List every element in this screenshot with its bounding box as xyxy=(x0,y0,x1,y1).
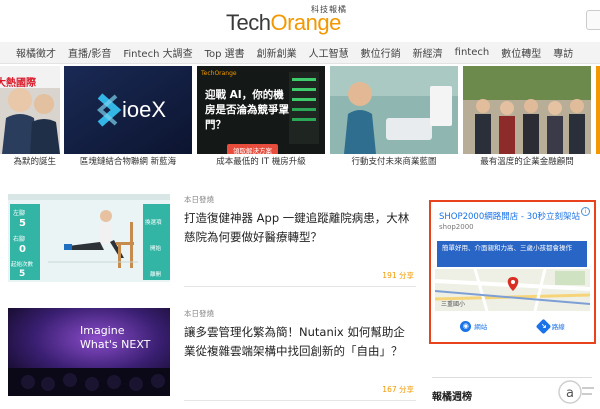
slide-caption: 為默的誕生 xyxy=(13,157,56,166)
globe-icon: ◉ xyxy=(460,320,472,332)
event-screen-line1: Imagine xyxy=(80,324,125,337)
ad-domain: shop2000 xyxy=(439,223,474,231)
slide-image xyxy=(463,66,591,154)
left-leg-value: 5 xyxy=(19,218,26,229)
slide-overlay-text: 大熱國際 xyxy=(0,78,36,89)
watermark-logo-icon: a xyxy=(558,380,594,404)
carousel-slide[interactable]: 大熱國際 為默的誕生 xyxy=(0,66,60,166)
nav-item-jobs[interactable]: 報橘徵才 xyxy=(16,45,63,60)
left-leg-label: 左腳 xyxy=(13,210,26,217)
exit-button: 離開 xyxy=(150,272,162,278)
ad-map[interactable]: 三重國小 xyxy=(435,269,590,311)
nav-item-fintech[interactable]: fintech xyxy=(455,47,497,58)
article-thumbnail[interactable]: 左腳 5 右腳 0 起始次數 5 換選項 開始 離開 xyxy=(8,194,170,282)
nav-item-digital-marketing[interactable]: 數位行銷 xyxy=(361,45,408,60)
rehab-app-thumbnail xyxy=(8,194,170,282)
svg-text:a: a xyxy=(566,386,574,401)
article-divider xyxy=(184,400,416,401)
slide-image xyxy=(596,66,600,154)
article-title[interactable]: 打造復健神器 App 一鍵追蹤離院病患，大林慈院為何要做好醫療轉型？ xyxy=(184,209,416,247)
slide-caption: 成本最低的 IT 機房升級 xyxy=(216,157,306,166)
ad-directions-label: 路線 xyxy=(551,323,565,331)
nav-item-ai[interactable]: 人工智慧 xyxy=(309,45,356,60)
right-leg-label: 右腳 xyxy=(13,236,26,243)
slide-photo-payment xyxy=(330,66,458,154)
share-count: 167 分享 xyxy=(382,385,414,394)
ad-actions: ◉ 網站 ➜ 路線 xyxy=(435,314,590,338)
site-header: Tech Orange 科技報橘 xyxy=(0,0,600,42)
nutanix-event-thumbnail xyxy=(8,308,170,396)
slide-logo: TechOrange xyxy=(201,70,237,77)
carousel-slide[interactable] xyxy=(596,66,600,154)
weekly-ranking-title: 報橘週榜 xyxy=(432,392,472,403)
site-logo[interactable]: Tech Orange 科技報橘 xyxy=(226,5,346,36)
carousel-slide[interactable]: TechOrange 迎戰 AI，你的機房是否淪為競爭罩門？ 領取解決方案 成本… xyxy=(197,66,325,166)
main-nav: 報橘徵才 直播/影音 Fintech 大調查 Top 選書 創新創業 人工智慧 … xyxy=(0,42,600,64)
ad-directions-button[interactable]: ➜ 路線 xyxy=(513,314,591,338)
map-place-label: 三重國小 xyxy=(441,301,466,308)
slide-cta-button[interactable]: 領取解決方案 xyxy=(227,144,278,154)
slide-image: TechOrange 迎戰 AI，你的機房是否淪為競爭罩門？ 領取解決方案 xyxy=(197,66,325,154)
carousel-slide[interactable]: 最有溫度的企業金融顧問 xyxy=(463,66,591,166)
slide-caption: 行動支付未來商業藍圖 xyxy=(351,157,437,166)
ad-title[interactable]: SHOP2000網路開店 - 30秒立刻架站 xyxy=(439,210,580,222)
nav-item-new-economy[interactable]: 新經濟 xyxy=(413,45,450,60)
slide-image xyxy=(330,66,458,154)
article-category[interactable]: 本日發燒 xyxy=(184,194,214,205)
ad-website-label: 網站 xyxy=(474,323,488,331)
nav-item-interview[interactable]: 專訪 xyxy=(553,45,580,60)
start-count-value: 5 xyxy=(19,269,26,279)
nav-item-startup[interactable]: 創新創業 xyxy=(257,45,304,60)
logo-tech-text: Tech xyxy=(226,10,271,35)
nav-item-digital-transformation[interactable]: 數位轉型 xyxy=(501,45,548,60)
switch-option-button: 換選項 xyxy=(145,220,162,226)
article-divider xyxy=(184,286,416,287)
carousel-slide[interactable]: ioeX 區塊鏈結合物聯網 新藍海 xyxy=(64,66,192,166)
ad-website-button[interactable]: ◉ 網站 xyxy=(435,314,513,338)
event-screen-line2: What's NEXT xyxy=(80,338,151,351)
search-box[interactable] xyxy=(586,10,600,30)
right-leg-value: 0 xyxy=(19,244,26,255)
start-count-label: 起始次數 xyxy=(11,262,34,268)
article-card: 左腳 5 右腳 0 起始次數 5 換選項 開始 離開 本日發燒 打造復健神器 A… xyxy=(8,194,420,290)
slide-overlay-text: ioeX xyxy=(122,97,167,122)
slide-overlay-text: 迎戰 AI，你的機房是否淪為競爭罩門？ xyxy=(205,89,289,131)
nav-item-top-books[interactable]: Top 選書 xyxy=(205,45,252,60)
sidebar-ad[interactable]: SHOP2000網路開店 - 30秒立刻架站 shop2000 i 簡單好用、介… xyxy=(429,200,596,344)
slide-caption: 區塊鏈結合物聯網 新藍海 xyxy=(79,157,177,166)
slide-photo-team xyxy=(463,66,591,154)
start-button: 開始 xyxy=(150,246,162,252)
ad-info-icon[interactable]: i xyxy=(581,207,590,216)
featured-carousel: 大熱國際 為默的誕生 ioeX 區塊鏈結合物聯網 新藍海 TechOrange … xyxy=(0,66,600,166)
ad-description[interactable]: 簡單好用、介面親和力高、三歲小孩都會操作 xyxy=(437,241,587,267)
article-thumbnail[interactable]: Imagine What's NEXT xyxy=(8,308,170,396)
carousel-slide[interactable]: 行動支付未來商業藍圖 xyxy=(330,66,458,166)
logo-subtitle: 科技報橘 xyxy=(311,5,347,14)
slide-image: 大熱國際 xyxy=(0,66,60,154)
article-title[interactable]: 讓多雲管理化繁為簡！Nutanix 如何幫助企業從複雜雲端架構中找回創新的「自由… xyxy=(184,323,416,361)
slide-image: ioeX xyxy=(64,66,192,154)
directions-icon: ➜ xyxy=(535,318,552,334)
article-category[interactable]: 本日發燒 xyxy=(184,308,214,319)
nav-item-live[interactable]: 直播/影音 xyxy=(68,45,118,60)
slide-caption: 最有溫度的企業金融顧問 xyxy=(480,157,574,166)
share-count: 191 分享 xyxy=(382,271,414,280)
nav-item-fintech-survey[interactable]: Fintech 大調查 xyxy=(123,45,199,60)
article-card: Imagine What's NEXT 本日發燒 讓多雲管理化繁為簡！Nutan… xyxy=(8,308,420,404)
